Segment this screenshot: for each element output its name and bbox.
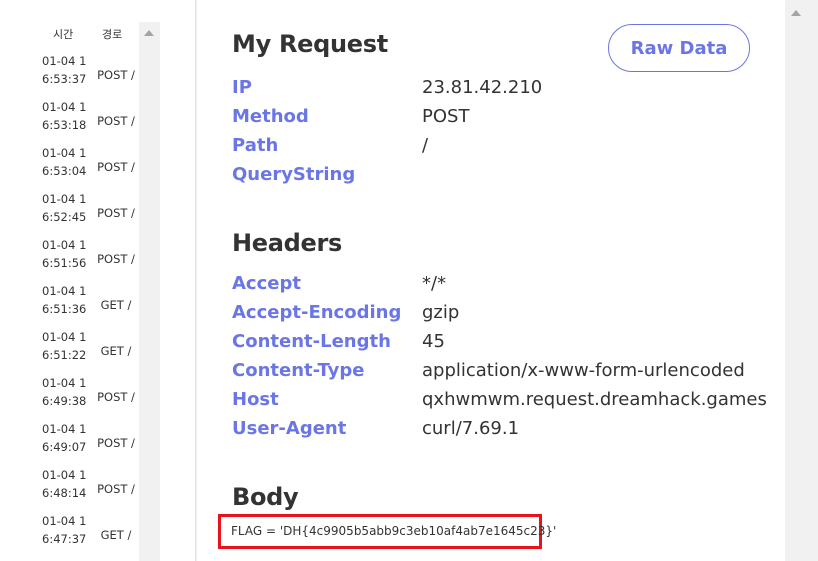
request-row[interactable]: 01-04 1 6:49:38 POST / [24,374,139,420]
header-key-host: Host [232,389,279,410]
request-row[interactable]: 01-04 1 6:51:56 POST / [24,236,139,282]
request-row[interactable]: 01-04 1 6:48:14 POST / [24,466,139,512]
request-list-panel: 시간 경로 01-04 1 6:53:37 POST / 01-04 1 6:5… [0,0,196,561]
request-path: POST / [97,206,135,220]
request-time: 01-04 1 6:53:18 [42,100,87,132]
request-row[interactable]: 01-04 1 6:53:18 POST / [24,98,139,144]
column-header-path: 경로 [102,28,123,41]
request-path: GET / [100,528,132,542]
field-value-method: POST [422,106,470,127]
header-key-accept: Accept [232,273,301,294]
field-value-ip: 23.81.42.210 [422,77,543,98]
request-time: 01-04 1 6:52:45 [42,192,87,224]
request-time: 01-04 1 6:53:04 [42,146,87,178]
header-value-content-type: application/x-www-form-urlencoded [422,360,745,381]
header-value-host: qxhwmwm.request.dreamhack.games [422,389,767,410]
request-path: POST / [97,252,135,266]
header-value-accept-encoding: gzip [422,302,460,323]
body-content: FLAG = 'DH{4c9905b5abb9c3eb10af4ab7e1645… [231,524,557,538]
header-key-content-length: Content-Length [232,331,391,352]
field-key-path: Path [232,135,279,156]
request-row[interactable]: 01-04 1 6:47:37 GET / [24,512,139,558]
field-value-path: / [422,135,429,156]
request-row[interactable]: 01-04 1 6:51:36 GET / [24,282,139,328]
request-time: 01-04 1 6:51:22 [42,330,87,362]
request-time: 01-04 1 6:49:38 [42,376,87,408]
request-path: GET / [100,344,132,358]
my-request-title: My Request [232,30,388,58]
scroll-up-arrow-icon[interactable] [144,30,154,36]
request-list-header: 시간 경로 [24,24,139,44]
field-key-querystring: QueryString [232,164,356,185]
request-time: 01-04 1 6:49:07 [42,422,87,454]
header-value-content-length: 45 [422,331,445,352]
request-row[interactable]: 01-04 1 6:49:07 POST / [24,420,139,466]
page-scrollbar-track[interactable] [785,0,805,561]
header-key-accept-encoding: Accept-Encoding [232,302,402,323]
header-key-content-type: Content-Type [232,360,365,381]
request-path: GET / [100,298,132,312]
request-time: 01-04 1 6:53:37 [42,54,87,86]
request-list: 시간 경로 01-04 1 6:53:37 POST / 01-04 1 6:5… [24,20,139,561]
request-path: POST / [97,482,135,496]
request-row[interactable]: 01-04 1 6:52:45 POST / [24,190,139,236]
request-row[interactable]: 01-04 1 6:51:22 GET / [24,328,139,374]
header-key-user-agent: User-Agent [232,418,347,439]
body-title: Body [232,483,299,511]
request-row[interactable]: 01-04 1 6:53:04 POST / [24,144,139,190]
request-path: POST / [97,160,135,174]
request-time: 01-04 1 6:48:14 [42,468,87,500]
header-value-user-agent: curl/7.69.1 [422,418,520,439]
request-time: 01-04 1 6:51:36 [42,284,87,316]
scroll-up-arrow-icon[interactable] [791,10,801,16]
request-list-scrollbar[interactable] [139,22,160,561]
request-time: 01-04 1 6:51:56 [42,238,87,270]
request-detail-panel: My Request Raw Data IP 23.81.42.210 Meth… [197,0,785,561]
request-row[interactable]: 01-04 1 6:53:37 POST / [24,52,139,98]
page-scrollbar[interactable] [785,0,818,561]
request-path: POST / [97,390,135,404]
column-header-time: 시간 [53,28,74,41]
field-key-ip: IP [232,77,252,98]
header-value-accept: */* [422,273,447,294]
request-time: 01-04 1 6:47:37 [42,514,87,546]
body-highlight-box: FLAG = 'DH{4c9905b5abb9c3eb10af4ab7e1645… [218,514,556,549]
request-path: POST / [97,68,135,82]
request-path: POST / [97,114,135,128]
headers-title: Headers [232,229,343,257]
field-key-method: Method [232,106,309,127]
request-path: POST / [97,436,135,450]
raw-data-button[interactable]: Raw Data [608,24,750,72]
